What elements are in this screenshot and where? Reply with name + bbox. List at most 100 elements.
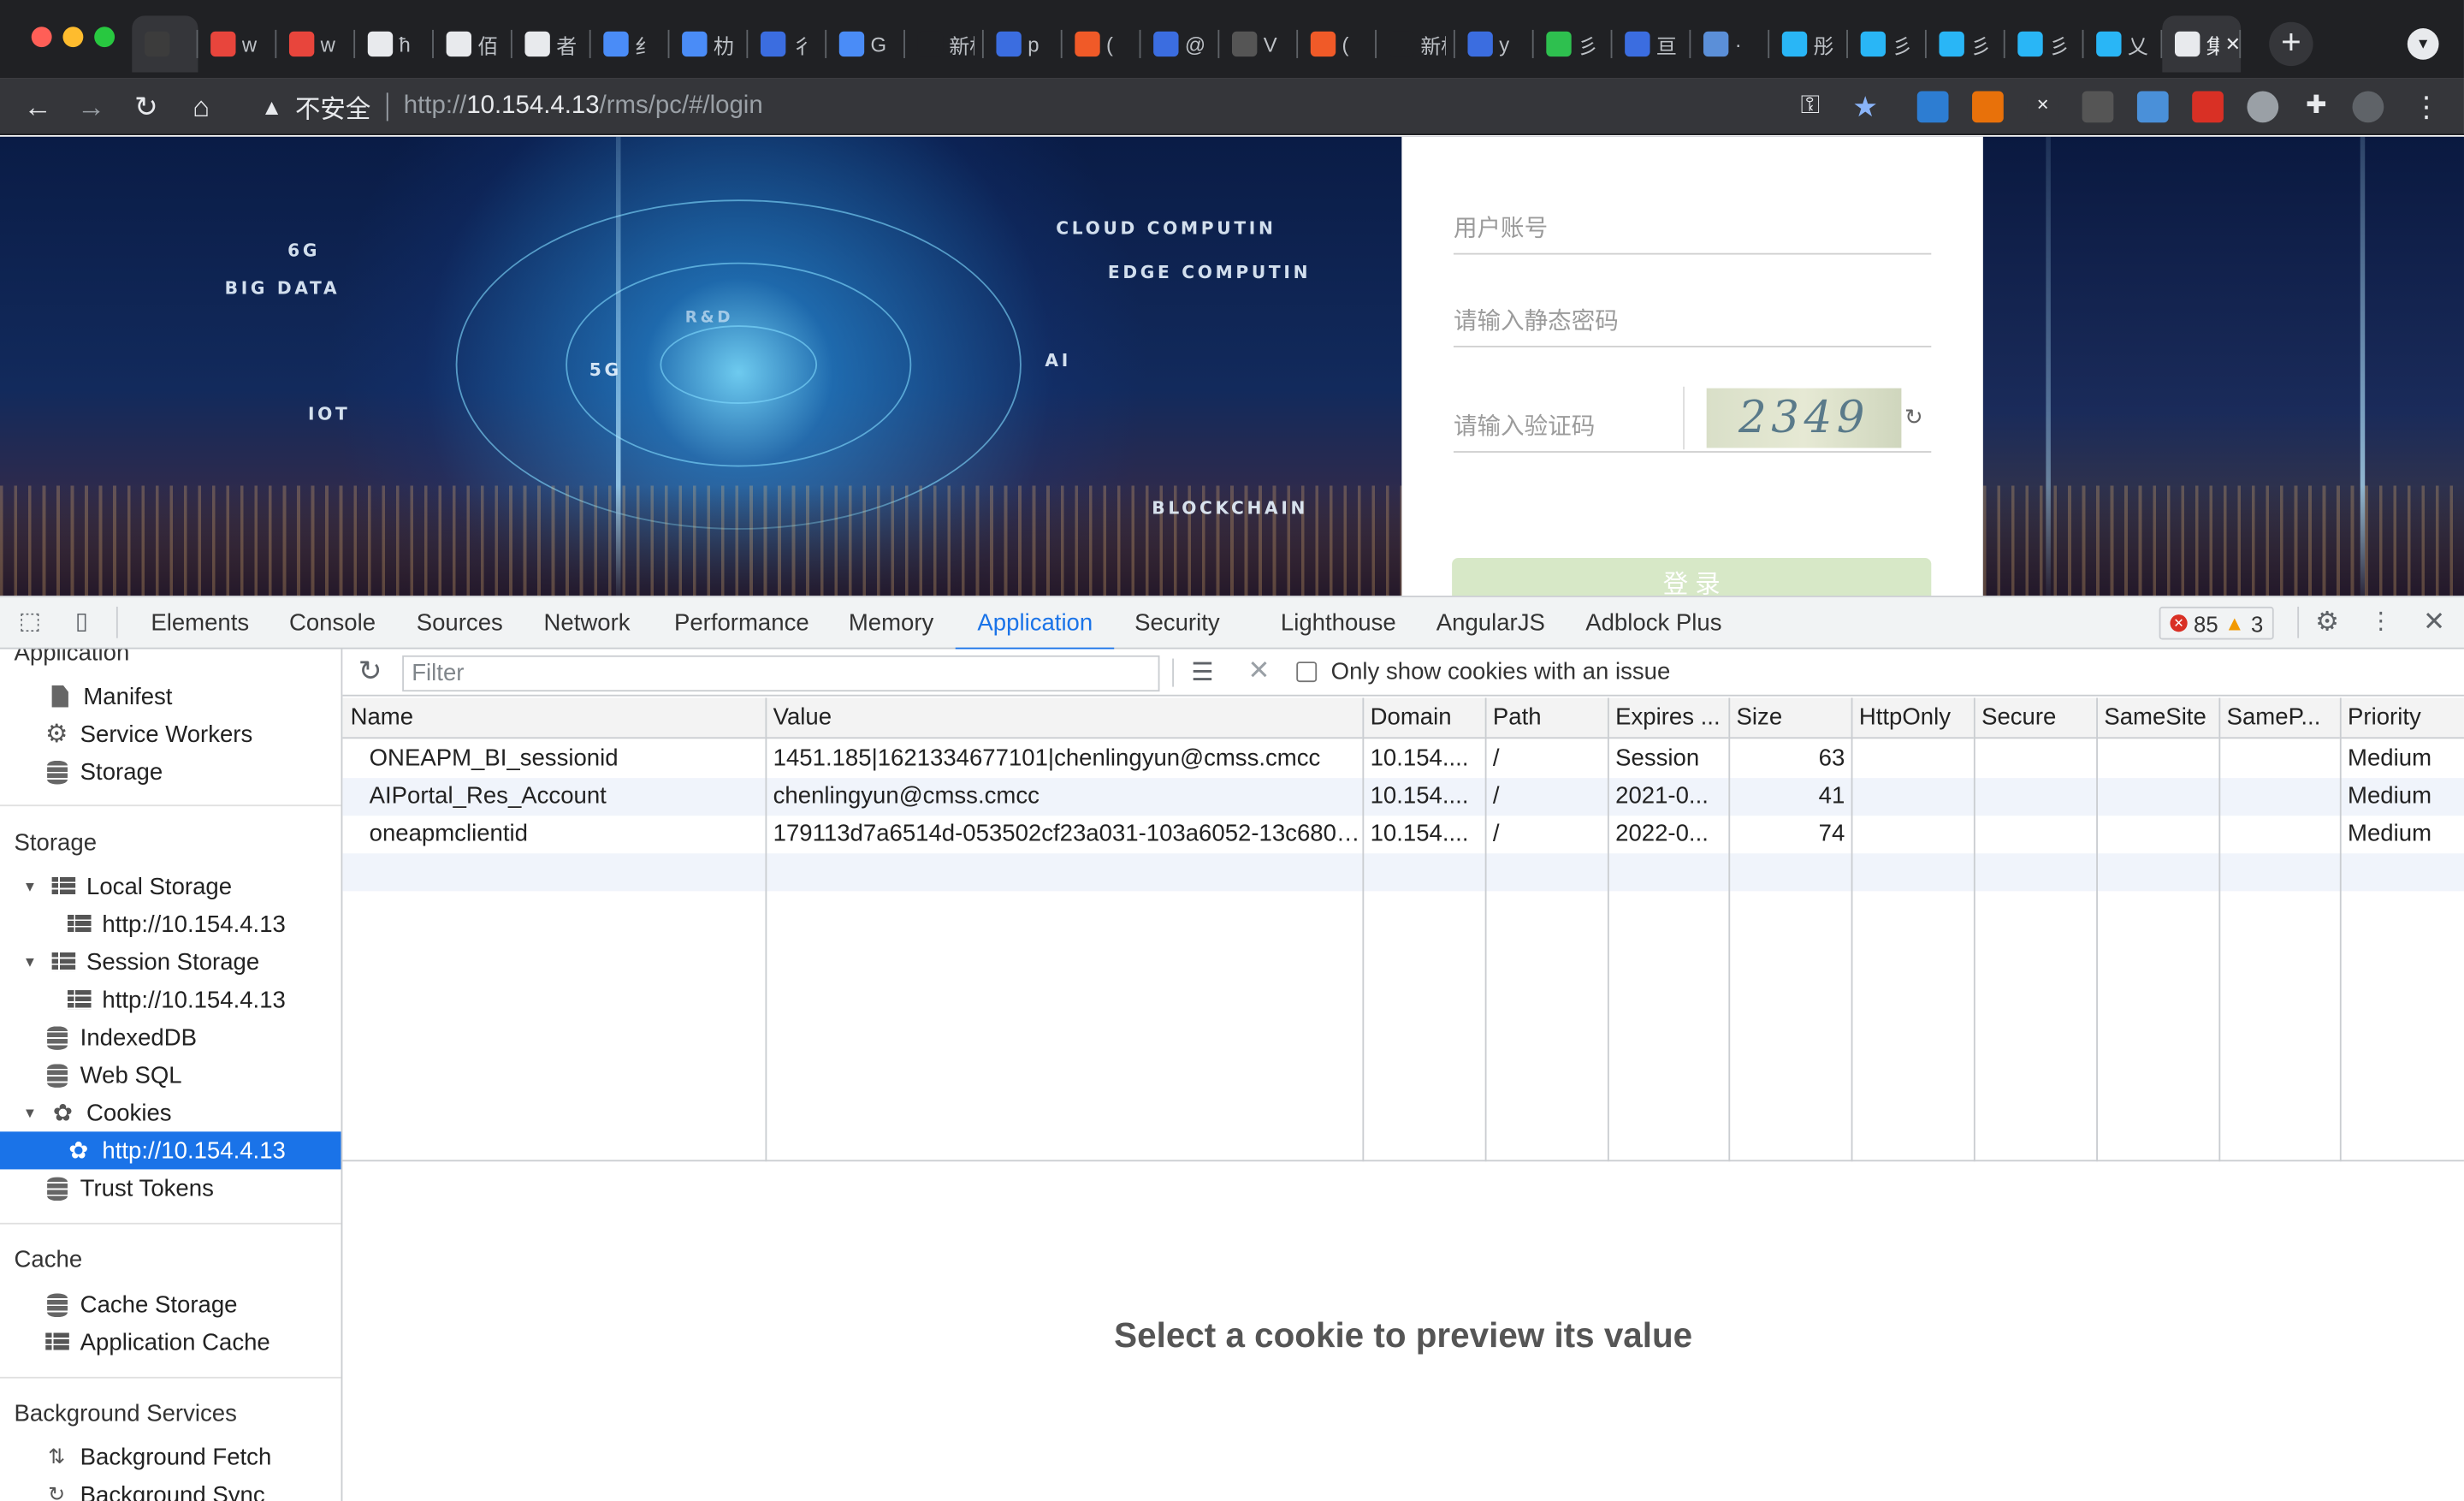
- column-header-name[interactable]: Name: [342, 697, 766, 739]
- browser-tab[interactable]: 者: [512, 15, 591, 72]
- browser-tab[interactable]: 集✕: [2162, 15, 2242, 73]
- issues-counter[interactable]: ✕ 85 ▲ 3: [2159, 606, 2275, 640]
- browser-tab[interactable]: [132, 15, 198, 73]
- browser-tab[interactable]: 纟: [591, 15, 670, 72]
- browser-tab[interactable]: 彤: [1769, 15, 1848, 72]
- sidebar-item-session-storage[interactable]: ▼ Session Storage: [0, 943, 341, 981]
- tab-security[interactable]: Security: [1134, 597, 1220, 650]
- delete-selected-icon[interactable]: ✕: [1247, 656, 1270, 687]
- browser-tab[interactable]: ħ: [355, 15, 434, 72]
- captcha-image[interactable]: 2349: [1706, 388, 1902, 448]
- tab-application[interactable]: Application: [955, 597, 1116, 651]
- login-button[interactable]: 登 录: [1452, 557, 1932, 596]
- extension-download-icon[interactable]: [2136, 91, 2169, 123]
- browser-tab[interactable]: 新标: [1377, 15, 1455, 72]
- tab-console[interactable]: Console: [289, 597, 376, 650]
- browser-tab[interactable]: ·: [1691, 15, 1770, 72]
- column-header-size[interactable]: Size: [1728, 697, 1851, 739]
- profile-avatar[interactable]: [2352, 91, 2384, 123]
- extension-shield-icon[interactable]: [2247, 91, 2279, 123]
- tab-angularjs[interactable]: AngularJS: [1436, 597, 1545, 650]
- column-divider[interactable]: [1728, 697, 1731, 1162]
- browser-tab[interactable]: (: [1063, 15, 1141, 72]
- extension-orange-icon[interactable]: [1972, 91, 2004, 123]
- browser-tab[interactable]: 彡: [2005, 15, 2084, 72]
- browser-tab[interactable]: 彡: [1534, 15, 1613, 72]
- expand-arrow-icon[interactable]: ▼: [22, 954, 38, 970]
- filter-input[interactable]: Filter: [402, 655, 1160, 692]
- browser-tab[interactable]: 朸: [669, 15, 749, 72]
- browser-tab[interactable]: w: [198, 15, 277, 72]
- more-options-icon[interactable]: ⋮: [2366, 608, 2395, 637]
- column-divider[interactable]: [1607, 697, 1609, 1162]
- column-header-domain[interactable]: Domain: [1362, 697, 1485, 739]
- sidebar-item-cookies[interactable]: ▼ ✿ Cookies: [0, 1094, 341, 1131]
- column-header-secure[interactable]: Secure: [1973, 697, 2097, 739]
- column-header-samep[interactable]: SameP...: [2218, 697, 2340, 739]
- tab-elements[interactable]: Elements: [151, 597, 249, 650]
- captcha-refresh-icon[interactable]: ↻: [1904, 404, 1923, 430]
- browser-tab[interactable]: 彳: [748, 15, 827, 72]
- extensions-puzzle-icon[interactable]: ✚: [2297, 88, 2335, 126]
- not-secure-icon[interactable]: ▲: [261, 94, 282, 119]
- forward-icon[interactable]: →: [72, 88, 110, 126]
- close-window-button[interactable]: [31, 27, 52, 48]
- security-label[interactable]: 不安全: [295, 88, 370, 126]
- zoom-window-button[interactable]: [94, 27, 116, 48]
- address-bar[interactable]: ▲ 不安全 http://10.154.4.13/rms/pc/#/login: [242, 85, 1892, 128]
- browser-tab[interactable]: V: [1219, 15, 1299, 72]
- sidebar-item-manifest[interactable]: Manifest: [0, 678, 341, 715]
- browser-tab[interactable]: 新标: [905, 15, 984, 72]
- sidebar-item-session-storage-origin[interactable]: http://10.154.4.13: [0, 981, 341, 1018]
- sidebar-item-background-fetch[interactable]: ⇅ Background Fetch: [0, 1438, 341, 1475]
- column-divider[interactable]: [2096, 697, 2098, 1162]
- extension-red-icon[interactable]: [2192, 91, 2224, 123]
- column-divider[interactable]: [765, 697, 767, 1162]
- sidebar-item-trust-tokens[interactable]: Trust Tokens: [0, 1169, 341, 1207]
- sidebar-item-local-storage-origin[interactable]: http://10.154.4.13: [0, 905, 341, 943]
- column-divider[interactable]: [1362, 697, 1365, 1162]
- column-header-path[interactable]: Path: [1484, 697, 1608, 739]
- extension-x-icon[interactable]: ✕: [2027, 91, 2059, 123]
- device-toolbar-icon[interactable]: ▯: [68, 608, 96, 637]
- account-field[interactable]: 用户账号: [1453, 211, 1932, 255]
- back-icon[interactable]: ←: [19, 88, 56, 126]
- browser-menu-icon[interactable]: ⋮: [2408, 88, 2445, 126]
- column-header-value[interactable]: Value: [765, 697, 1363, 739]
- tab-memory[interactable]: Memory: [849, 597, 933, 650]
- tab-search-button[interactable]: ▾: [2407, 28, 2439, 60]
- only-issues-checkbox[interactable]: [1296, 662, 1318, 683]
- captcha-field[interactable]: 请输入验证码: [1454, 407, 1690, 451]
- refresh-icon[interactable]: ↻: [358, 656, 382, 689]
- sidebar-item-local-storage[interactable]: ▼ Local Storage: [0, 868, 341, 905]
- column-divider[interactable]: [1484, 697, 1487, 1162]
- browser-tab[interactable]: y: [1455, 15, 1534, 72]
- sidebar-item-background-sync[interactable]: ↻ Background Sync: [0, 1476, 341, 1501]
- sidebar-item-cookies-origin[interactable]: ✿ http://10.154.4.13: [0, 1131, 341, 1170]
- table-row[interactable]: AIPortal_Res_Account chenlingyun@cmss.cmc…: [342, 778, 2464, 816]
- browser-tab[interactable]: 佰: [434, 15, 512, 72]
- tab-performance[interactable]: Performance: [674, 597, 809, 650]
- clear-all-cookies-icon[interactable]: ☰: [1191, 657, 1213, 689]
- browser-tab[interactable]: G: [826, 15, 905, 72]
- sidebar-item-cache-storage[interactable]: Cache Storage: [0, 1285, 341, 1323]
- browser-tab[interactable]: p: [984, 15, 1063, 72]
- sidebar-item-websql[interactable]: Web SQL: [0, 1056, 341, 1094]
- password-field[interactable]: 请输入静态密码: [1453, 303, 1932, 347]
- table-row[interactable]: oneapmclientid 179113d7a6514d-053502cf23a…: [342, 816, 2464, 853]
- tab-adblock-plus[interactable]: Adblock Plus: [1585, 597, 1721, 650]
- inspect-element-icon[interactable]: ⬚: [15, 608, 44, 637]
- sidebar-item-application-cache[interactable]: Application Cache: [0, 1323, 341, 1361]
- settings-gear-icon[interactable]: ⚙: [2313, 608, 2342, 637]
- extension-gray-icon[interactable]: [2082, 91, 2114, 123]
- extension-s-icon[interactable]: [1916, 91, 1949, 123]
- column-divider[interactable]: [1851, 697, 1853, 1162]
- tab-sources[interactable]: Sources: [417, 597, 503, 650]
- expand-arrow-icon[interactable]: ▼: [22, 879, 38, 894]
- bookmark-star-icon[interactable]: ★: [1846, 88, 1884, 126]
- tab-lighthouse[interactable]: Lighthouse: [1281, 597, 1396, 650]
- sidebar-item-indexeddb[interactable]: IndexedDB: [0, 1018, 341, 1056]
- column-header-priority[interactable]: Priority: [2339, 697, 2464, 739]
- expand-arrow-icon[interactable]: ▼: [22, 1105, 38, 1120]
- minimize-window-button[interactable]: [62, 27, 84, 48]
